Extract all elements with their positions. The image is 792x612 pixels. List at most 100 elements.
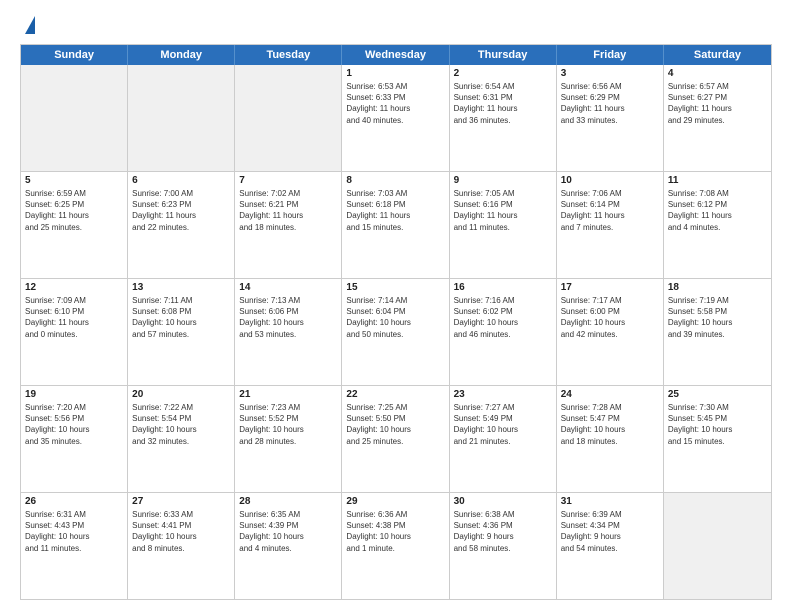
day-info: Sunrise: 6:39 AM Sunset: 4:34 PM Dayligh…	[561, 509, 659, 554]
day-number: 9	[454, 175, 552, 186]
cal-cell: 11 Sunrise: 7:08 AM Sunset: 6:12 PM Dayli…	[664, 172, 771, 278]
page: SundayMondayTuesdayWednesdayThursdayFrid…	[0, 0, 792, 612]
calendar-header: SundayMondayTuesdayWednesdayThursdayFrid…	[21, 45, 771, 65]
cal-week-2: 5Sunrise: 6:59 AM Sunset: 6:25 PM Daylig…	[21, 172, 771, 279]
cal-cell: 29 Sunrise: 6:36 AM Sunset: 4:38 PM Dayli…	[342, 493, 449, 599]
cal-cell: 28Sunrise: 6:35 AM Sunset: 4:39 PM Dayli…	[235, 493, 342, 599]
calendar: SundayMondayTuesdayWednesdayThursdayFrid…	[20, 44, 772, 600]
cal-cell: 21Sunrise: 7:23 AM Sunset: 5:52 PM Dayli…	[235, 386, 342, 492]
day-info: Sunrise: 6:33 AM Sunset: 4:41 PM Dayligh…	[132, 509, 230, 554]
cal-cell: 30 Sunrise: 6:38 AM Sunset: 4:36 PM Dayli…	[450, 493, 557, 599]
cal-cell: 6Sunrise: 7:00 AM Sunset: 6:23 PM Daylig…	[128, 172, 235, 278]
day-number: 27	[132, 496, 230, 507]
day-number: 8	[346, 175, 444, 186]
day-number: 14	[239, 282, 337, 293]
day-info: Sunrise: 7:14 AM Sunset: 6:04 PM Dayligh…	[346, 295, 444, 340]
day-number: 11	[668, 175, 767, 186]
day-number: 23	[454, 389, 552, 400]
cal-header-monday: Monday	[128, 45, 235, 65]
day-info: Sunrise: 7:08 AM Sunset: 6:12 PM Dayligh…	[668, 188, 767, 233]
day-number: 17	[561, 282, 659, 293]
cal-cell	[235, 65, 342, 171]
day-info: Sunrise: 7:23 AM Sunset: 5:52 PM Dayligh…	[239, 402, 337, 447]
cal-week-5: 26 Sunrise: 6:31 AM Sunset: 4:43 PM Dayli…	[21, 493, 771, 599]
day-number: 6	[132, 175, 230, 186]
day-number: 4	[668, 68, 767, 79]
cal-cell	[128, 65, 235, 171]
day-info: Sunrise: 7:25 AM Sunset: 5:50 PM Dayligh…	[346, 402, 444, 447]
header	[20, 16, 772, 36]
logo	[20, 16, 35, 36]
day-info: Sunrise: 6:59 AM Sunset: 6:25 PM Dayligh…	[25, 188, 123, 233]
cal-cell: 10Sunrise: 7:06 AM Sunset: 6:14 PM Dayli…	[557, 172, 664, 278]
cal-cell: 17 Sunrise: 7:17 AM Sunset: 6:00 PM Dayli…	[557, 279, 664, 385]
day-number: 15	[346, 282, 444, 293]
cal-cell: 27 Sunrise: 6:33 AM Sunset: 4:41 PM Dayli…	[128, 493, 235, 599]
day-info: Sunrise: 7:13 AM Sunset: 6:06 PM Dayligh…	[239, 295, 337, 340]
day-number: 22	[346, 389, 444, 400]
day-number: 26	[25, 496, 123, 507]
cal-cell: 16 Sunrise: 7:16 AM Sunset: 6:02 PM Dayli…	[450, 279, 557, 385]
cal-week-1: 1 Sunrise: 6:53 AM Sunset: 6:33 PM Daylig…	[21, 65, 771, 172]
day-number: 20	[132, 389, 230, 400]
cal-cell: 25 Sunrise: 7:30 AM Sunset: 5:45 PM Dayli…	[664, 386, 771, 492]
cal-header-sunday: Sunday	[21, 45, 128, 65]
day-info: Sunrise: 7:02 AM Sunset: 6:21 PM Dayligh…	[239, 188, 337, 233]
day-info: Sunrise: 7:19 AM Sunset: 5:58 PM Dayligh…	[668, 295, 767, 340]
day-number: 25	[668, 389, 767, 400]
day-info: Sunrise: 6:38 AM Sunset: 4:36 PM Dayligh…	[454, 509, 552, 554]
cal-cell: 19Sunrise: 7:20 AM Sunset: 5:56 PM Dayli…	[21, 386, 128, 492]
logo-triangle-icon	[25, 16, 35, 34]
cal-cell: 26 Sunrise: 6:31 AM Sunset: 4:43 PM Dayli…	[21, 493, 128, 599]
day-info: Sunrise: 6:57 AM Sunset: 6:27 PM Dayligh…	[668, 81, 767, 126]
cal-week-3: 12 Sunrise: 7:09 AM Sunset: 6:10 PM Dayli…	[21, 279, 771, 386]
day-number: 24	[561, 389, 659, 400]
calendar-body: 1 Sunrise: 6:53 AM Sunset: 6:33 PM Daylig…	[21, 65, 771, 599]
day-info: Sunrise: 6:35 AM Sunset: 4:39 PM Dayligh…	[239, 509, 337, 554]
day-number: 7	[239, 175, 337, 186]
day-info: Sunrise: 7:17 AM Sunset: 6:00 PM Dayligh…	[561, 295, 659, 340]
day-info: Sunrise: 7:30 AM Sunset: 5:45 PM Dayligh…	[668, 402, 767, 447]
day-info: Sunrise: 7:20 AM Sunset: 5:56 PM Dayligh…	[25, 402, 123, 447]
day-number: 2	[454, 68, 552, 79]
day-info: Sunrise: 7:28 AM Sunset: 5:47 PM Dayligh…	[561, 402, 659, 447]
cal-header-saturday: Saturday	[664, 45, 771, 65]
day-info: Sunrise: 7:06 AM Sunset: 6:14 PM Dayligh…	[561, 188, 659, 233]
cal-cell: 24 Sunrise: 7:28 AM Sunset: 5:47 PM Dayli…	[557, 386, 664, 492]
cal-header-wednesday: Wednesday	[342, 45, 449, 65]
day-number: 29	[346, 496, 444, 507]
day-info: Sunrise: 6:56 AM Sunset: 6:29 PM Dayligh…	[561, 81, 659, 126]
cal-cell: 1 Sunrise: 6:53 AM Sunset: 6:33 PM Daylig…	[342, 65, 449, 171]
day-info: Sunrise: 7:22 AM Sunset: 5:54 PM Dayligh…	[132, 402, 230, 447]
day-number: 1	[346, 68, 444, 79]
cal-cell: 2 Sunrise: 6:54 AM Sunset: 6:31 PM Daylig…	[450, 65, 557, 171]
cal-cell: 14 Sunrise: 7:13 AM Sunset: 6:06 PM Dayli…	[235, 279, 342, 385]
cal-cell: 15 Sunrise: 7:14 AM Sunset: 6:04 PM Dayli…	[342, 279, 449, 385]
day-info: Sunrise: 6:53 AM Sunset: 6:33 PM Dayligh…	[346, 81, 444, 126]
day-info: Sunrise: 7:09 AM Sunset: 6:10 PM Dayligh…	[25, 295, 123, 340]
day-info: Sunrise: 6:54 AM Sunset: 6:31 PM Dayligh…	[454, 81, 552, 126]
day-number: 12	[25, 282, 123, 293]
day-info: Sunrise: 7:03 AM Sunset: 6:18 PM Dayligh…	[346, 188, 444, 233]
day-info: Sunrise: 7:05 AM Sunset: 6:16 PM Dayligh…	[454, 188, 552, 233]
cal-cell: 31Sunrise: 6:39 AM Sunset: 4:34 PM Dayli…	[557, 493, 664, 599]
cal-cell: 13Sunrise: 7:11 AM Sunset: 6:08 PM Dayli…	[128, 279, 235, 385]
cal-cell: 22 Sunrise: 7:25 AM Sunset: 5:50 PM Dayli…	[342, 386, 449, 492]
day-info: Sunrise: 6:31 AM Sunset: 4:43 PM Dayligh…	[25, 509, 123, 554]
cal-cell: 7 Sunrise: 7:02 AM Sunset: 6:21 PM Daylig…	[235, 172, 342, 278]
day-info: Sunrise: 7:16 AM Sunset: 6:02 PM Dayligh…	[454, 295, 552, 340]
cal-cell: 18 Sunrise: 7:19 AM Sunset: 5:58 PM Dayli…	[664, 279, 771, 385]
cal-cell: 5Sunrise: 6:59 AM Sunset: 6:25 PM Daylig…	[21, 172, 128, 278]
day-number: 18	[668, 282, 767, 293]
day-number: 16	[454, 282, 552, 293]
cal-week-4: 19Sunrise: 7:20 AM Sunset: 5:56 PM Dayli…	[21, 386, 771, 493]
cal-cell	[21, 65, 128, 171]
cal-header-tuesday: Tuesday	[235, 45, 342, 65]
cal-cell	[664, 493, 771, 599]
day-info: Sunrise: 6:36 AM Sunset: 4:38 PM Dayligh…	[346, 509, 444, 554]
cal-cell: 4 Sunrise: 6:57 AM Sunset: 6:27 PM Daylig…	[664, 65, 771, 171]
day-number: 30	[454, 496, 552, 507]
cal-cell: 9 Sunrise: 7:05 AM Sunset: 6:16 PM Daylig…	[450, 172, 557, 278]
cal-header-thursday: Thursday	[450, 45, 557, 65]
cal-cell: 3Sunrise: 6:56 AM Sunset: 6:29 PM Daylig…	[557, 65, 664, 171]
